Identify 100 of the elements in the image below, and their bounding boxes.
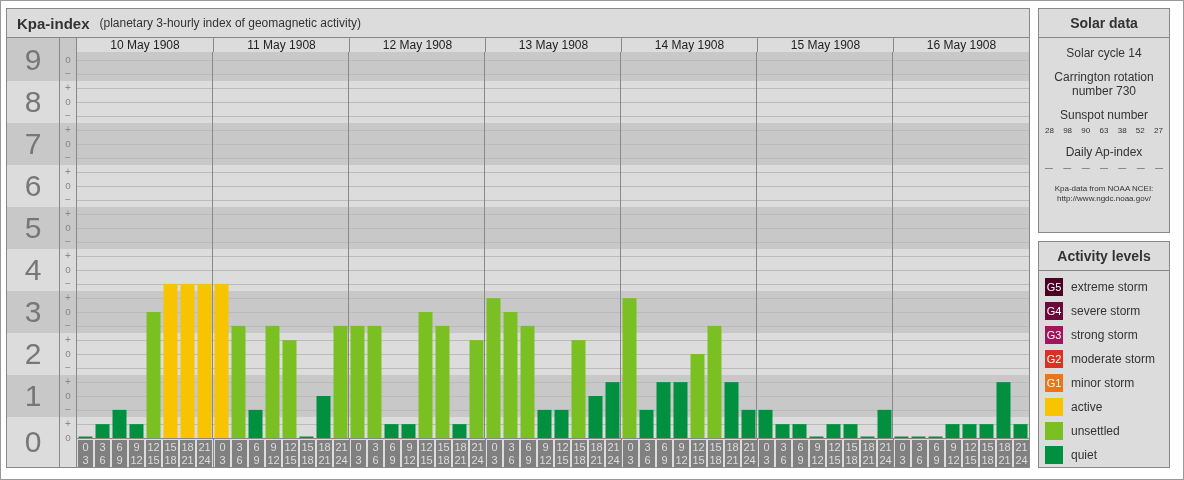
kp-axis-label: 3 [24,295,42,329]
time-slot-label: 21 24 [742,440,757,467]
kp-bar [401,424,416,438]
time-slot-label: 9 12 [129,440,144,467]
kp-sub-mark: o [64,263,72,277]
ap-index-value: — [1154,163,1163,172]
time-slot-label: 15 18 [708,440,723,467]
time-slot-label: 21 24 [606,440,621,467]
time-slot-label: 3 6 [912,440,927,467]
time-slot-label: 21 24 [197,440,212,467]
kp-bar [588,396,603,438]
kp-sub-mark: + [64,249,72,263]
kp-sub-mark: − [64,193,72,207]
kp-sub-mark: − [64,67,72,81]
time-slot-label: 9 12 [538,440,553,467]
time-slot-label: 3 6 [504,440,519,467]
time-slot-label: 18 21 [997,440,1012,467]
sunspot-value: 28 [1045,126,1054,135]
time-slot-label: 18 21 [725,440,740,467]
time-slot-label: 15 18 [572,440,587,467]
kp-axis-label: 7 [24,127,42,161]
time-slot-label: 12 15 [283,440,298,467]
kp-axis-label: 8 [24,85,42,119]
time-slot-label: 18 21 [861,440,876,467]
kp-bar [962,424,977,438]
time-slot-label: 0 3 [895,440,910,467]
solar-cycle-text: Solar cycle 14 [1066,46,1142,60]
kp-axis-label: 0 [24,425,42,459]
kp-bar [758,409,773,438]
kp-bar [979,424,994,438]
kp-bar [248,409,263,438]
sunspot-label: Sunspot number [1059,108,1149,122]
time-slot-label: 6 9 [521,440,536,467]
legend-label: active [1071,400,1103,414]
time-slot-label: 18 21 [180,440,195,467]
ap-index-value: — [1100,163,1108,172]
legend-swatch: G3 [1045,326,1063,344]
time-slot-label: 15 18 [844,440,859,467]
kp-bar [673,382,688,438]
time-slot-label: 9 12 [266,440,281,467]
time-slot-label: 9 12 [946,440,961,467]
kp-axis-label: 1 [24,379,42,413]
kp-sub-mark: o [64,431,72,445]
kp-axis-label: 9 [24,42,42,77]
kp-sub-mark: − [64,319,72,333]
kp-bar [792,424,807,438]
kp-bar [112,409,127,438]
time-slot-label: 12 15 [691,440,706,467]
ap-index-value: — [1118,163,1127,172]
legend-swatch: G4 [1045,302,1063,320]
kp-sub-mark: o [64,95,72,109]
kp-sub-mark: o [64,179,72,193]
kp-bar [554,409,569,438]
time-slot-label: 3 6 [95,440,110,467]
sunspot-value: 90 [1081,126,1091,135]
data-source-text: Kpa-data from NOAA NCEI: [1054,184,1154,194]
time-slot-label: 15 18 [436,440,451,467]
legend-label: minor storm [1071,376,1135,390]
time-slot-label: 21 24 [470,440,485,467]
time-slot-label: 0 3 [215,440,230,467]
time-slot-label: 15 18 [300,440,315,467]
time-slot-label: 12 15 [827,440,842,467]
time-slot-label: 9 12 [674,440,689,467]
legend-label: extreme storm [1071,280,1148,294]
kp-sub-mark: − [64,151,72,165]
kp-bar [1013,424,1028,438]
kp-sub-mark: + [64,291,72,305]
time-slot-label: 12 15 [419,440,434,467]
kp-bar [605,382,620,438]
panel-title: Solar data [1039,9,1169,38]
data-source-url: http://www.ngdc.noaa.gov/ [1057,194,1151,204]
kp-sub-mark: + [64,165,72,179]
legend-swatch: G1 [1045,374,1063,392]
legend-label: strong storm [1071,328,1138,342]
legend-label: severe storm [1071,304,1141,318]
kp-axis-label: 2 [24,337,42,371]
kp-sub-mark: + [64,375,72,389]
time-slot-label: 3 6 [776,440,791,467]
time-slot-label: 15 18 [163,440,178,467]
kp-bar [843,424,858,438]
time-slot-label: 15 18 [980,440,995,467]
kp-bar [639,409,654,438]
time-slot-label: 6 9 [112,440,127,467]
time-slot-label: 18 21 [453,440,468,467]
kp-bar [316,396,331,438]
kp-sub-mark: + [64,81,72,95]
time-slot-label: 21 24 [1014,440,1029,467]
legend-label: unsettled [1071,424,1120,438]
time-slot-label: 6 9 [929,440,944,467]
kp-bar [95,424,110,438]
time-slot-label: 9 12 [402,440,417,467]
carrington-rotation-text: Carrington rotation number 730 [1053,70,1155,98]
kp-bar [129,424,144,438]
legend-label: moderate storm [1071,352,1156,366]
kp-sub-mark: − [64,361,72,375]
time-slot-label: 18 21 [589,440,604,467]
kp-bar [775,424,790,438]
time-slot-label: 3 6 [232,440,247,467]
time-slot-label: 3 6 [368,440,383,467]
kp-bar [741,409,756,438]
